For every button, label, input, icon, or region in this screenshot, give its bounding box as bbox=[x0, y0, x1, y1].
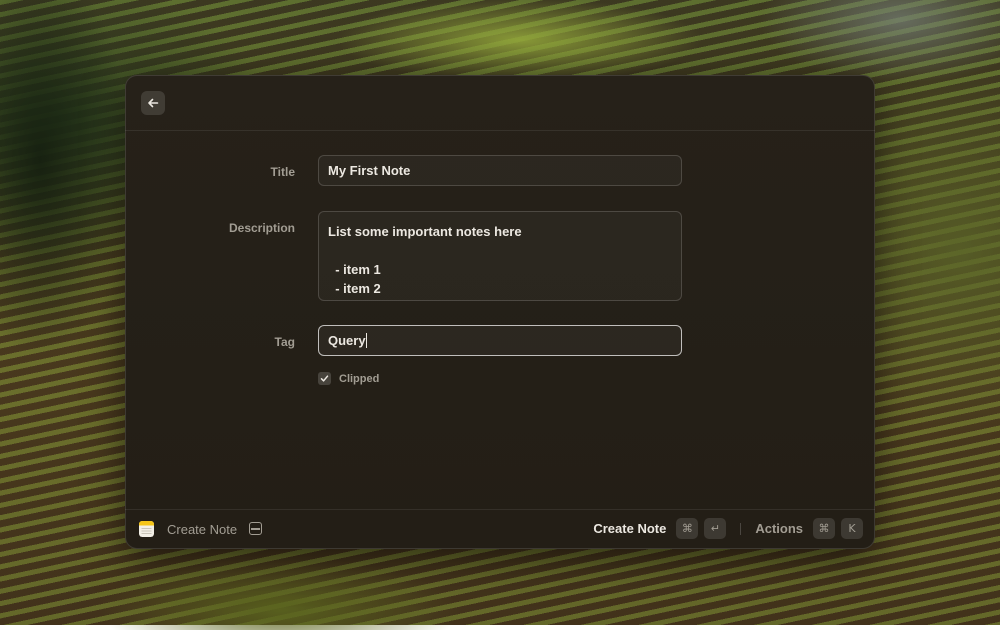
command-key-icon: ⌘ bbox=[813, 518, 835, 539]
arrow-left-icon bbox=[147, 97, 159, 109]
top-bar bbox=[125, 75, 875, 131]
command-key-icon: ⌘ bbox=[676, 518, 699, 539]
window-toggle-icon[interactable] bbox=[249, 522, 262, 535]
description-label: Description bbox=[228, 221, 295, 235]
action-shortcuts: Create Note ⌘ ↵ Actions ⌘ K bbox=[593, 518, 863, 539]
text-caret bbox=[365, 333, 367, 348]
clipped-label: Clipped bbox=[339, 372, 380, 385]
create-note-window: Title My First Note Description List som… bbox=[125, 75, 875, 549]
title-label: Title bbox=[270, 165, 295, 179]
wallpaper-foliage bbox=[60, 540, 540, 630]
description-field[interactable]: List some important notes here - item 1 … bbox=[318, 211, 682, 301]
clipped-checkbox-row: Clipped bbox=[318, 372, 379, 385]
title-field[interactable]: My First Note bbox=[318, 155, 682, 186]
back-button[interactable] bbox=[141, 91, 165, 115]
action-bar: Create Note Create Note ⌘ ↵ Actions ⌘ K bbox=[125, 509, 875, 549]
wallpaper-trees bbox=[0, 0, 130, 420]
command-title: Create Note bbox=[167, 522, 238, 537]
notes-app-icon bbox=[139, 521, 154, 537]
actions-button[interactable]: Actions bbox=[755, 521, 803, 536]
k-key: K bbox=[841, 518, 863, 539]
tag-field-text: Query bbox=[328, 333, 366, 348]
divider bbox=[740, 522, 742, 535]
clipped-checkbox[interactable] bbox=[318, 372, 331, 385]
tag-label: Tag bbox=[274, 335, 295, 349]
checkmark-icon bbox=[320, 370, 329, 388]
tag-field[interactable]: Query bbox=[318, 325, 682, 356]
return-key-icon: ↵ bbox=[704, 518, 727, 539]
create-note-button[interactable]: Create Note bbox=[593, 521, 666, 536]
